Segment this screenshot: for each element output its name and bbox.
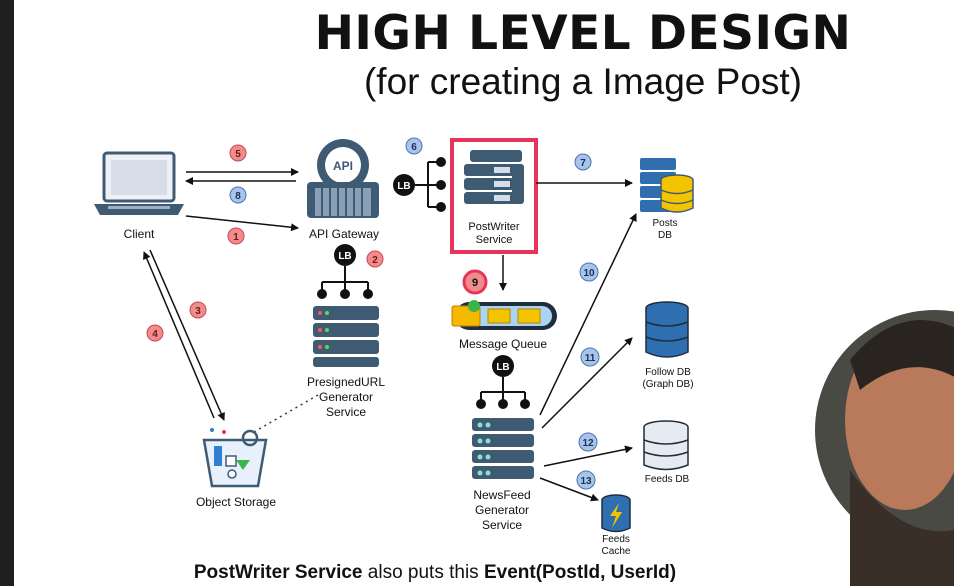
step-9-label: 9 — [472, 277, 478, 289]
lb-fanout-postwriter — [415, 157, 446, 212]
feeds-db-label: Feeds DB — [644, 474, 690, 485]
feeds-cache-icon — [601, 494, 631, 533]
step-1-label: 1 — [233, 232, 239, 243]
object-storage-icon — [202, 428, 268, 488]
step-2-label: 2 — [372, 255, 378, 266]
lb-fanout-newsfeed — [476, 377, 530, 409]
feeds-db-icon — [643, 420, 689, 471]
message-queue-label: Message Queue — [458, 337, 548, 351]
newsfeed-label-line1: NewsFeed — [473, 488, 531, 502]
feeds-cache-label-line1: Feeds — [602, 534, 630, 545]
message-queue-icon — [451, 300, 557, 330]
laptop-icon — [94, 151, 184, 215]
follow-db-label-line1: Follow DB — [645, 367, 691, 378]
follow-db-label-line2: (Graph DB) — [642, 379, 694, 390]
presigned-label: PresignedURL Generator Service — [288, 375, 404, 420]
posts-db-label: Posts DB — [630, 218, 700, 242]
step-12-label: 12 — [582, 438, 594, 449]
newsfeed-label-line3: Service — [481, 518, 522, 532]
api-gateway-icon — [307, 139, 379, 218]
lb-label-gateway: LB — [338, 251, 351, 262]
feeds-cache-label: Feeds Cache — [590, 534, 642, 558]
lb-fanout-gateway — [317, 266, 373, 299]
api-gateway-label: API Gateway — [308, 227, 380, 241]
caption-part2: also puts this — [362, 562, 484, 583]
feeds-cache-label-line2: Cache — [601, 546, 631, 557]
step-7-label: 7 — [580, 158, 586, 169]
newsfeed-label-line2: Generator — [474, 503, 530, 517]
caption-part1: PostWriter Service — [193, 562, 363, 583]
lb-label-postwriter: LB — [397, 181, 410, 192]
step-11-label: 11 — [585, 353, 596, 364]
postwriter-label-line2: Service — [475, 234, 513, 246]
caption: PostWriter Service also puts this Event(… — [0, 562, 870, 584]
follow-db-icon — [645, 301, 689, 358]
presigned-server-icon — [313, 306, 379, 367]
posts-db-icon — [640, 158, 694, 213]
object-storage-label: Object Storage — [195, 495, 277, 509]
step-5-label: 5 — [235, 149, 241, 160]
api-badge-text: API — [333, 159, 353, 173]
step-6-label: 6 — [411, 142, 417, 153]
postwriter-label: PostWriter Service — [452, 221, 536, 247]
lb-label-newsfeed: LB — [496, 362, 509, 373]
presigned-label-line1: PresignedURL — [306, 375, 386, 389]
step-4-label: 4 — [152, 329, 158, 340]
step-10-label: 10 — [583, 268, 595, 279]
newsfeed-server-icon — [472, 418, 534, 479]
presigned-label-line2: Generator — [318, 390, 374, 404]
postwriter-server-icon — [464, 150, 524, 204]
posts-db-label-line1: Posts — [652, 218, 678, 229]
presenter-photo — [815, 310, 954, 586]
arrow-client-to-gateway-1 — [185, 215, 299, 232]
caption-part3: Event(PostId, UserId) — [483, 562, 677, 583]
newsfeed-label: NewsFeed Generator Service — [452, 488, 552, 533]
client-label: Client — [123, 227, 155, 241]
step-8-label: 8 — [235, 191, 241, 202]
posts-db-label-line2: DB — [658, 230, 672, 241]
step-3-label: 3 — [195, 306, 201, 317]
postwriter-label-line1: PostWriter — [468, 221, 520, 233]
step-13-label: 13 — [580, 476, 592, 487]
presigned-label-line3: Service — [325, 405, 366, 419]
follow-db-label: Follow DB (Graph DB) — [630, 367, 706, 391]
